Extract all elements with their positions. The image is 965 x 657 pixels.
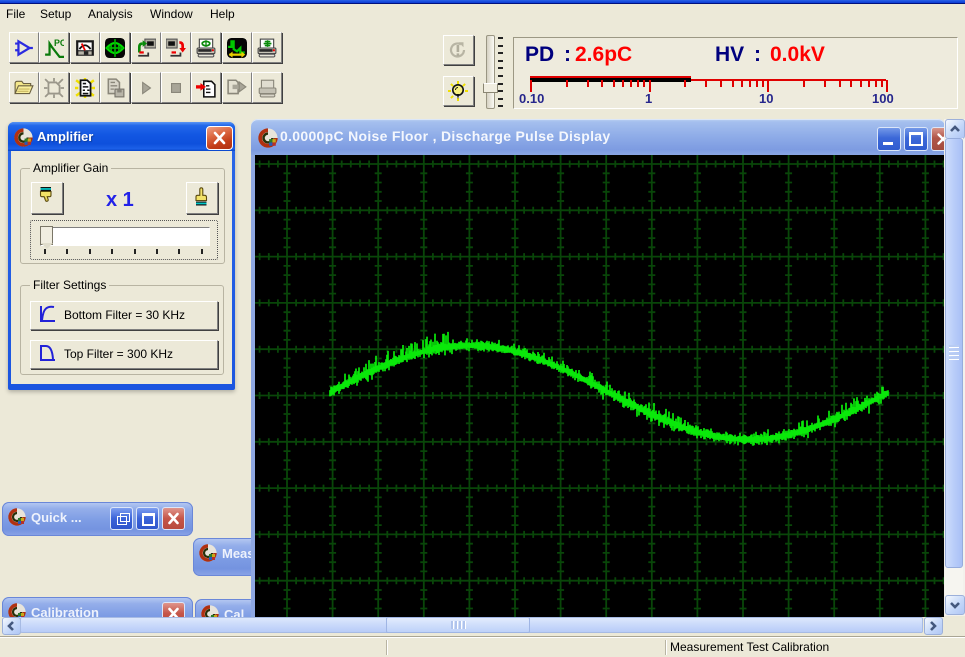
svg-text:PC: PC bbox=[54, 38, 64, 48]
